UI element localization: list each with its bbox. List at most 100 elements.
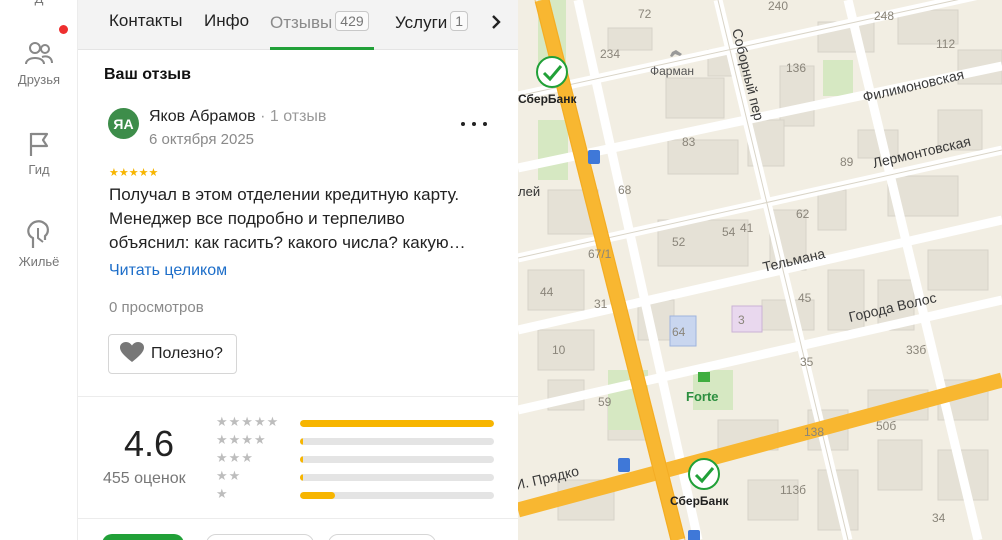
- tab-info[interactable]: Инфо: [204, 11, 249, 31]
- distribution-stars: ★★★: [216, 450, 254, 465]
- rating-distribution-row: ★★★★★: [216, 414, 496, 429]
- distribution-stars: ★★★★★: [216, 414, 280, 429]
- useful-button[interactable]: Полезно?: [108, 334, 237, 374]
- active-tab-indicator: [270, 47, 374, 50]
- bus-stop-icon: [688, 530, 700, 540]
- house-number: 44: [540, 285, 554, 299]
- place-panel: Контакты Инфо Отзывы 429 Услуги 1 Ваш отзы…: [78, 0, 518, 540]
- distribution-bar-fill: [300, 456, 303, 463]
- house-number: 3: [738, 313, 745, 327]
- author-name: Яков Абрамов: [149, 108, 256, 125]
- house-number: 136: [786, 61, 806, 75]
- rail-clipped-label: Д: [0, 0, 78, 6]
- distribution-stars: ★★: [216, 468, 242, 483]
- distribution-bar: [300, 456, 494, 463]
- house-number: 83: [682, 135, 696, 149]
- review-date: 6 октября 2025: [149, 131, 254, 148]
- tab-reviews-label: Отзывы: [270, 13, 333, 32]
- left-rail: Д Друзья Гид Жильё: [0, 0, 78, 540]
- rating-distribution-row: ★★★: [216, 450, 496, 465]
- poi-label: СберБанк: [518, 92, 577, 106]
- rail-item-guide[interactable]: Гид: [0, 130, 78, 177]
- author-review-count: · 1 отзыв: [260, 108, 327, 125]
- flag-icon: [0, 130, 78, 158]
- poi-label: Фарман: [650, 64, 694, 78]
- divider: [78, 518, 518, 519]
- house-number: 33б: [906, 343, 926, 357]
- avatar[interactable]: ЯА: [108, 108, 139, 139]
- house-number: 248: [874, 9, 894, 23]
- tab-services[interactable]: Услуги 1: [395, 11, 469, 33]
- tab-reviews-count: 429: [335, 11, 369, 31]
- review-stars: ★★★★★: [109, 167, 159, 179]
- useful-button-label: Полезно?: [151, 345, 223, 362]
- distribution-bar-fill: [300, 420, 494, 427]
- house-number: 112: [936, 37, 955, 51]
- rating-distribution-row: ★★★★: [216, 432, 496, 447]
- rail-label-friends: Друзья: [17, 72, 61, 87]
- house-number: 10: [552, 343, 566, 357]
- distribution-bar-fill: [300, 492, 335, 499]
- poi-label: Forte: [686, 389, 719, 404]
- bottom-secondary-button[interactable]: [206, 534, 314, 540]
- divider: [78, 396, 518, 397]
- house-number: 64: [672, 325, 686, 339]
- rating-count: 455 оценок: [103, 470, 186, 487]
- house-number: 240: [768, 0, 788, 13]
- bus-stop-icon: [588, 150, 600, 164]
- tab-services-count: 1: [450, 11, 469, 31]
- distribution-stars: ★: [216, 486, 229, 501]
- review-author[interactable]: Яков Абрамов · 1 отзыв: [149, 108, 326, 126]
- distribution-bar-fill: [300, 438, 303, 445]
- distribution-bar: [300, 420, 494, 427]
- house-number: 113б: [780, 483, 806, 497]
- house-number: 34: [932, 511, 946, 525]
- poi-label: СберБанк: [670, 494, 729, 508]
- rating-value: 4.6: [124, 423, 175, 464]
- housing-icon: [0, 218, 78, 250]
- review-text: Получал в этом отделении кредитную карту…: [109, 185, 466, 252]
- house-number: 31: [594, 297, 608, 311]
- rail-item-friends[interactable]: Друзья: [0, 40, 78, 87]
- sberbank-pin-icon: [688, 458, 720, 490]
- map[interactable]: Филимоновская Лермонтовская Тельмана Гор…: [518, 0, 1002, 540]
- your-review-title: Ваш отзыв: [104, 66, 191, 83]
- house-number: 41: [740, 221, 754, 235]
- house-number: 234: [600, 47, 620, 61]
- chevron-right-icon: [490, 14, 502, 35]
- tab-contacts[interactable]: Контакты: [109, 11, 182, 31]
- forte-icon: [698, 372, 710, 382]
- tab-services-label: Услуги: [395, 13, 448, 32]
- rail-label-housing: Жильё: [18, 254, 60, 269]
- distribution-bar-fill: [300, 474, 303, 481]
- house-number: 89: [840, 155, 854, 169]
- house-number: 54: [722, 225, 736, 239]
- tab-reviews[interactable]: Отзывы 429: [270, 11, 369, 33]
- sberbank-pin-icon: [536, 56, 568, 88]
- read-more-link[interactable]: Читать целиком: [109, 262, 227, 280]
- friends-icon: [0, 40, 78, 68]
- notification-dot: [59, 25, 68, 34]
- house-number: 52: [672, 235, 686, 249]
- tabs-scroll-right-button[interactable]: [474, 0, 518, 49]
- heart-icon: [119, 341, 145, 368]
- distribution-bar: [300, 438, 494, 445]
- rating-distribution-row: ★★: [216, 468, 496, 483]
- house-number: 68: [618, 183, 632, 197]
- review-views: 0 просмотров: [109, 299, 204, 316]
- bottom-primary-button[interactable]: [102, 534, 184, 540]
- edge-label: лей: [518, 184, 540, 199]
- bus-stop-icon: [618, 458, 630, 472]
- bottom-tertiary-button[interactable]: [328, 534, 436, 540]
- distribution-stars: ★★★★: [216, 432, 267, 447]
- house-number: 50б: [876, 419, 896, 433]
- house-number: 72: [638, 7, 652, 21]
- house-number: 67/1: [588, 247, 612, 261]
- rail-label-guide: Гид: [28, 162, 50, 177]
- more-options-button[interactable]: [461, 114, 487, 134]
- distribution-bar: [300, 474, 494, 481]
- rating-distribution-row: ★: [216, 486, 496, 501]
- house-number: 138: [804, 425, 824, 439]
- house-number: 59: [598, 395, 612, 409]
- rail-item-housing[interactable]: Жильё: [0, 218, 78, 269]
